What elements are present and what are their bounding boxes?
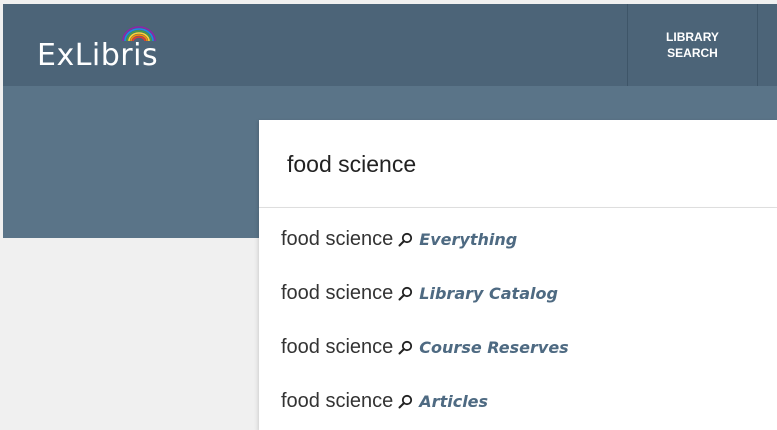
suggestion-course-reserves[interactable]: food science Course Reserves <box>259 320 777 374</box>
suggestion-articles[interactable]: food science Articles <box>259 374 777 428</box>
search-icon <box>398 394 413 409</box>
suggestion-scope: Library Catalog <box>419 283 558 303</box>
search-icon <box>398 286 413 301</box>
search-icon <box>398 232 413 247</box>
rainbow-arc-icon <box>122 26 156 42</box>
search-input[interactable] <box>287 148 757 180</box>
nav-library-search[interactable]: LIBRARY SEARCH <box>627 4 758 86</box>
suggestion-everything[interactable]: food science Everything <box>259 212 777 266</box>
suggestion-term: food science <box>281 389 394 412</box>
suggestion-scope: Course Reserves <box>419 337 569 357</box>
search-box <box>259 120 777 208</box>
exlibris-logo[interactable]: ExLibris <box>37 26 159 73</box>
autocomplete-suggestions: food science Everything food science Lib… <box>259 208 777 430</box>
suggestion-term: food science <box>281 281 394 304</box>
nav-label-line2: SEARCH <box>667 46 718 60</box>
suggestion-term: food science <box>281 227 394 250</box>
search-icon <box>398 340 413 355</box>
page: ExLibris LIBRARY SEARCH food science Eve… <box>0 0 777 430</box>
logo-text: ExLibris <box>37 38 159 73</box>
suggestion-scope: Everything <box>419 229 518 249</box>
suggestion-library-catalog[interactable]: food science Library Catalog <box>259 266 777 320</box>
nav-label-line1: LIBRARY <box>666 30 719 44</box>
suggestion-term: food science <box>281 335 394 358</box>
top-navigation-bar: ExLibris LIBRARY SEARCH <box>3 4 777 86</box>
suggestion-scope: Articles <box>419 391 489 411</box>
